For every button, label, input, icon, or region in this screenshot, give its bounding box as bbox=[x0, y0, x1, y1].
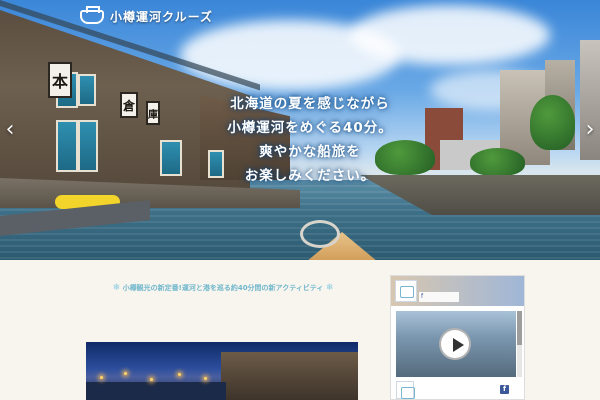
facebook-post-row[interactable]: f bbox=[396, 381, 516, 399]
facebook-widget: f f bbox=[390, 275, 525, 400]
tree bbox=[530, 95, 575, 150]
hero-slider: 本 倉 庫 小樽運河クルーズ 北海道の夏を感じながら 小樽運河をめぐる40分。 … bbox=[0, 0, 600, 260]
slider-prev-button[interactable]: ‹ bbox=[2, 118, 18, 142]
street-lamp bbox=[178, 373, 181, 376]
night-canal-photo bbox=[86, 342, 358, 400]
warehouse-sign: 本 bbox=[48, 62, 72, 98]
street-lamp bbox=[204, 377, 207, 380]
ship-icon bbox=[80, 5, 104, 24]
intro-heading: ❄ 小樽観光の新定番!運河と港を巡る約40分間の新アクティビティ ❄ bbox=[86, 283, 360, 293]
widget-scrollbar[interactable] bbox=[517, 311, 522, 377]
hero-catchcopy: 北海道の夏を感じながら 小樽運河をめぐる40分。 爽やかな船旅を お楽しみくださ… bbox=[215, 92, 405, 188]
site-logo[interactable]: 小樽運河クルーズ bbox=[80, 5, 214, 25]
street-lamp bbox=[124, 372, 127, 375]
page-thumbnail bbox=[395, 280, 417, 302]
intro-text-faint bbox=[86, 311, 360, 325]
door bbox=[78, 120, 98, 172]
warehouse-sign: 倉 bbox=[120, 92, 138, 118]
rope bbox=[300, 220, 340, 248]
facebook-video[interactable] bbox=[396, 311, 516, 377]
street-lamp bbox=[150, 378, 153, 381]
snowflake-icon: ❄ bbox=[325, 283, 334, 293]
facebook-page-card[interactable]: f bbox=[391, 276, 524, 306]
building bbox=[580, 40, 600, 160]
facebook-share-button[interactable]: f bbox=[419, 292, 459, 302]
post-thumbnail bbox=[396, 381, 415, 399]
catch-line: 小樽運河をめぐる40分。 bbox=[227, 120, 393, 136]
intro-heading-text: 小樽観光の新定番!運河と港を巡る約40分間の新アクティビティ bbox=[122, 284, 324, 292]
door bbox=[56, 120, 78, 172]
catch-line: 爽やかな船旅を bbox=[259, 144, 361, 160]
snowflake-icon: ❄ bbox=[112, 283, 121, 293]
photo-canal bbox=[86, 382, 226, 400]
tree bbox=[470, 148, 525, 176]
street-lamp bbox=[100, 376, 103, 379]
logo-text: 小樽運河クルーズ bbox=[110, 10, 214, 24]
window bbox=[78, 74, 96, 106]
facebook-icon[interactable]: f bbox=[500, 385, 509, 394]
door bbox=[160, 140, 182, 176]
warehouse-sign: 庫 bbox=[146, 101, 160, 125]
slider-next-button[interactable]: › bbox=[582, 118, 598, 142]
catch-line: お楽しみください。 bbox=[244, 168, 376, 184]
play-icon[interactable] bbox=[439, 328, 471, 360]
catch-line: 北海道の夏を感じながら bbox=[230, 96, 390, 112]
photo-warehouse bbox=[221, 352, 358, 400]
cloud bbox=[350, 5, 550, 65]
